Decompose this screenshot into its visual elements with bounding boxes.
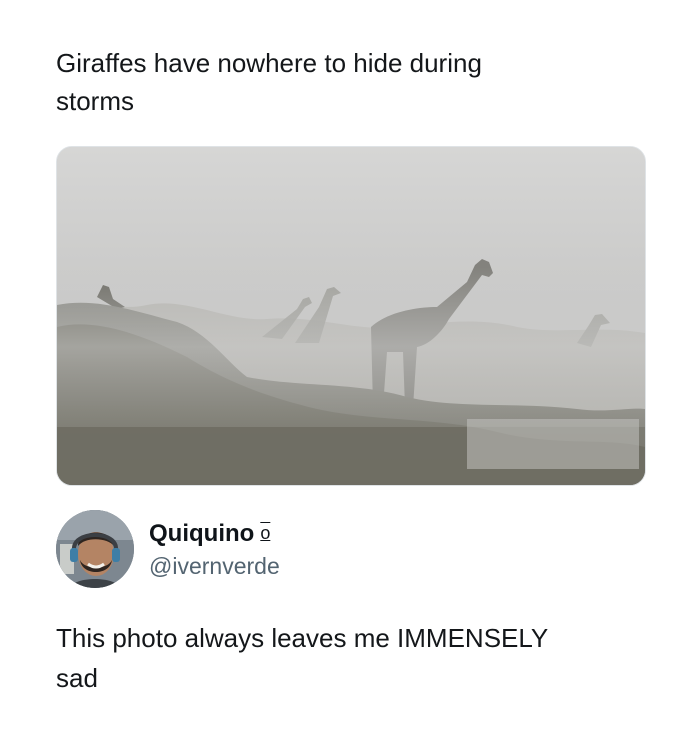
post-photo[interactable] xyxy=(56,146,646,486)
post-text-line-2: storms xyxy=(56,86,134,116)
reply-text: This photo always leaves me IMMENSELY sa… xyxy=(56,618,636,698)
post-text: Giraffes have nowhere to hide during sto… xyxy=(56,44,616,120)
display-name-text: Quiquino xyxy=(149,520,255,547)
reply-author: Quiquino o @ivernverde xyxy=(56,508,616,590)
giraffes-fog-image xyxy=(57,147,645,485)
reply-text-line-1: This photo always leaves me IMMENSELY xyxy=(56,623,549,653)
user-handle[interactable]: @ivernverde xyxy=(149,551,280,581)
display-name[interactable]: Quiquino o xyxy=(149,518,270,549)
name-badge-icon: o xyxy=(260,523,271,543)
reply-text-line-2: sad xyxy=(56,663,98,693)
post-text-line-1: Giraffes have nowhere to hide during xyxy=(56,48,482,78)
avatar-icon xyxy=(56,510,134,588)
avatar[interactable] xyxy=(56,510,134,588)
